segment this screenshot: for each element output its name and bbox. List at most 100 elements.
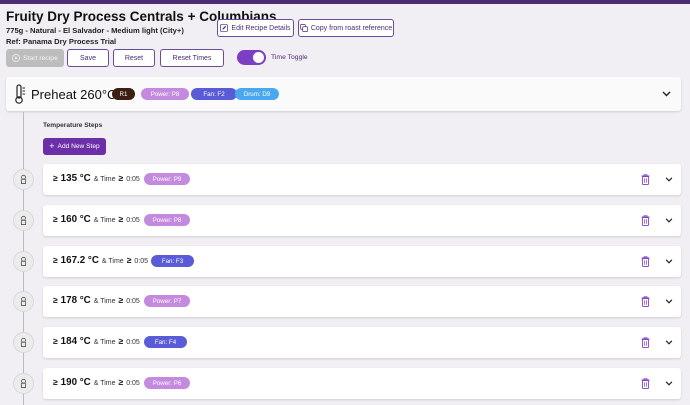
recipe-subtitle: 775g - Natural - El Salvador - Medium li… bbox=[6, 26, 184, 35]
step-node-icon bbox=[13, 332, 34, 353]
edit-recipe-details-button[interactable]: Edit Recipe Details bbox=[217, 19, 294, 37]
step-condition: ≥178 °C & Time ≥0:05 bbox=[53, 295, 140, 306]
chevron-down-icon[interactable] bbox=[665, 177, 673, 182]
play-circle-icon bbox=[12, 54, 20, 62]
temperature-steps-heading: Temperature Steps bbox=[43, 122, 103, 129]
chevron-down-icon[interactable] bbox=[665, 381, 673, 386]
edit-recipe-details-label: Edit Recipe Details bbox=[231, 24, 291, 32]
step-condition: ≥160 °C & Time ≥0:05 bbox=[53, 214, 140, 225]
ge-symbol: ≥ bbox=[53, 295, 58, 305]
step-and-time: & Time bbox=[93, 298, 116, 305]
drag-handle-icon bbox=[20, 256, 27, 266]
step-condition: ≥190 °C & Time ≥0:05 bbox=[53, 377, 140, 388]
step-card[interactable]: ≥184 °C & Time ≥0:05 Fan: F4 bbox=[43, 327, 681, 358]
step-temperature: 184 °C bbox=[60, 336, 91, 347]
step-temperature: 167.2 °C bbox=[60, 255, 99, 266]
ge-symbol: ≥ bbox=[118, 377, 124, 387]
step-node-icon bbox=[13, 251, 34, 272]
step-setting-chip: Fan: F4 bbox=[144, 336, 187, 348]
save-button[interactable]: Save bbox=[67, 49, 109, 67]
fan-chip: Fan: F2 bbox=[191, 88, 237, 100]
step-time: 0:05 bbox=[126, 176, 140, 183]
ge-symbol: ≥ bbox=[118, 336, 124, 346]
drag-handle-icon bbox=[20, 337, 27, 347]
step-node-icon bbox=[13, 291, 34, 312]
ge-symbol: ≥ bbox=[126, 255, 132, 265]
chevron-down-icon[interactable] bbox=[665, 340, 673, 345]
top-accent-bar bbox=[0, 0, 690, 4]
trash-icon[interactable] bbox=[641, 378, 650, 389]
chevron-down-icon[interactable] bbox=[665, 299, 673, 304]
chevron-down-icon[interactable] bbox=[665, 218, 673, 223]
step-time: 0:05 bbox=[126, 298, 140, 305]
reset-button[interactable]: Reset bbox=[113, 49, 155, 67]
step-temperature: 160 °C bbox=[60, 214, 91, 225]
plus-icon: + bbox=[49, 141, 55, 151]
step-time: 0:05 bbox=[126, 339, 140, 346]
save-label: Save bbox=[80, 54, 96, 62]
trash-icon[interactable] bbox=[641, 256, 650, 267]
step-time: 0:05 bbox=[126, 380, 140, 387]
reset-times-button[interactable]: Reset Times bbox=[160, 49, 224, 67]
step-setting-chip: Power: P7 bbox=[144, 295, 190, 307]
step-temperature: 190 °C bbox=[60, 377, 91, 388]
preheat-label: Preheat 260°C bbox=[31, 87, 117, 102]
step-node-icon bbox=[13, 169, 34, 190]
step-card[interactable]: ≥167.2 °C & Time ≥0:05 Fan: F3 bbox=[43, 246, 681, 277]
start-recipe-label: Start recipe bbox=[23, 54, 58, 62]
step-time: 0:05 bbox=[134, 258, 148, 265]
drag-handle-icon bbox=[20, 296, 27, 306]
ge-symbol: ≥ bbox=[118, 295, 124, 305]
step-and-time: & Time bbox=[93, 217, 116, 224]
thermometer-icon bbox=[15, 84, 25, 104]
step-condition: ≥184 °C & Time ≥0:05 bbox=[53, 336, 140, 347]
drag-handle-icon bbox=[20, 378, 27, 388]
chevron-down-icon[interactable] bbox=[665, 259, 673, 264]
copy-icon bbox=[299, 24, 308, 32]
step-temperature: 178 °C bbox=[60, 295, 91, 306]
step-node-icon bbox=[13, 373, 34, 394]
roast-chip: R1 bbox=[112, 88, 135, 100]
reset-times-label: Reset Times bbox=[172, 54, 212, 62]
trash-icon[interactable] bbox=[641, 215, 650, 226]
recipe-reference: Ref: Panama Dry Process Trial bbox=[6, 37, 117, 46]
step-setting-chip: Fan: F3 bbox=[151, 255, 194, 267]
step-card[interactable]: ≥135 °C & Time ≥0:05 Power: P9 bbox=[43, 164, 681, 195]
step-setting-chip: Power: P8 bbox=[144, 214, 190, 226]
trash-icon[interactable] bbox=[641, 174, 650, 185]
step-condition: ≥135 °C & Time ≥0:05 bbox=[53, 173, 140, 184]
trash-icon[interactable] bbox=[641, 337, 650, 348]
ge-symbol: ≥ bbox=[53, 214, 58, 224]
trash-icon[interactable] bbox=[641, 296, 650, 307]
toggle-knob bbox=[253, 52, 264, 63]
copy-from-roast-label: Copy from roast reference bbox=[310, 24, 393, 32]
add-new-step-button[interactable]: + Add New Step bbox=[43, 138, 106, 155]
drag-handle-icon bbox=[20, 215, 27, 225]
time-toggle-label: Time Toggle bbox=[271, 54, 308, 61]
reset-label: Reset bbox=[124, 54, 144, 62]
step-time: 0:05 bbox=[126, 217, 140, 224]
preheat-card[interactable]: Preheat 260°C R1 Power: P8 Fan: F2 Drum:… bbox=[6, 77, 681, 111]
step-and-time: & Time bbox=[93, 176, 116, 183]
add-new-step-label: Add New Step bbox=[57, 143, 100, 150]
step-setting-chip: Power: P9 bbox=[144, 173, 190, 185]
copy-from-roast-button[interactable]: Copy from roast reference bbox=[298, 19, 394, 37]
start-recipe-button[interactable]: Start recipe bbox=[6, 49, 64, 67]
step-and-time: & Time bbox=[101, 258, 124, 265]
drag-handle-icon bbox=[20, 174, 27, 184]
ge-symbol: ≥ bbox=[53, 336, 58, 346]
step-condition: ≥167.2 °C & Time ≥0:05 bbox=[53, 255, 148, 266]
step-card[interactable]: ≥190 °C & Time ≥0:05 Power: P6 bbox=[43, 368, 681, 399]
time-toggle-switch[interactable] bbox=[237, 50, 266, 65]
drum-chip: Drum: D9 bbox=[235, 88, 279, 100]
ge-symbol: ≥ bbox=[118, 214, 124, 224]
step-card[interactable]: ≥178 °C & Time ≥0:05 Power: P7 bbox=[43, 286, 681, 317]
ge-symbol: ≥ bbox=[53, 255, 58, 265]
ge-symbol: ≥ bbox=[53, 377, 58, 387]
step-card[interactable]: ≥160 °C & Time ≥0:05 Power: P8 bbox=[43, 205, 681, 236]
step-node-icon bbox=[13, 210, 34, 231]
ge-symbol: ≥ bbox=[53, 173, 58, 183]
power-chip: Power: P8 bbox=[141, 88, 189, 100]
chevron-down-icon[interactable] bbox=[662, 91, 671, 97]
ge-symbol: ≥ bbox=[118, 173, 124, 183]
